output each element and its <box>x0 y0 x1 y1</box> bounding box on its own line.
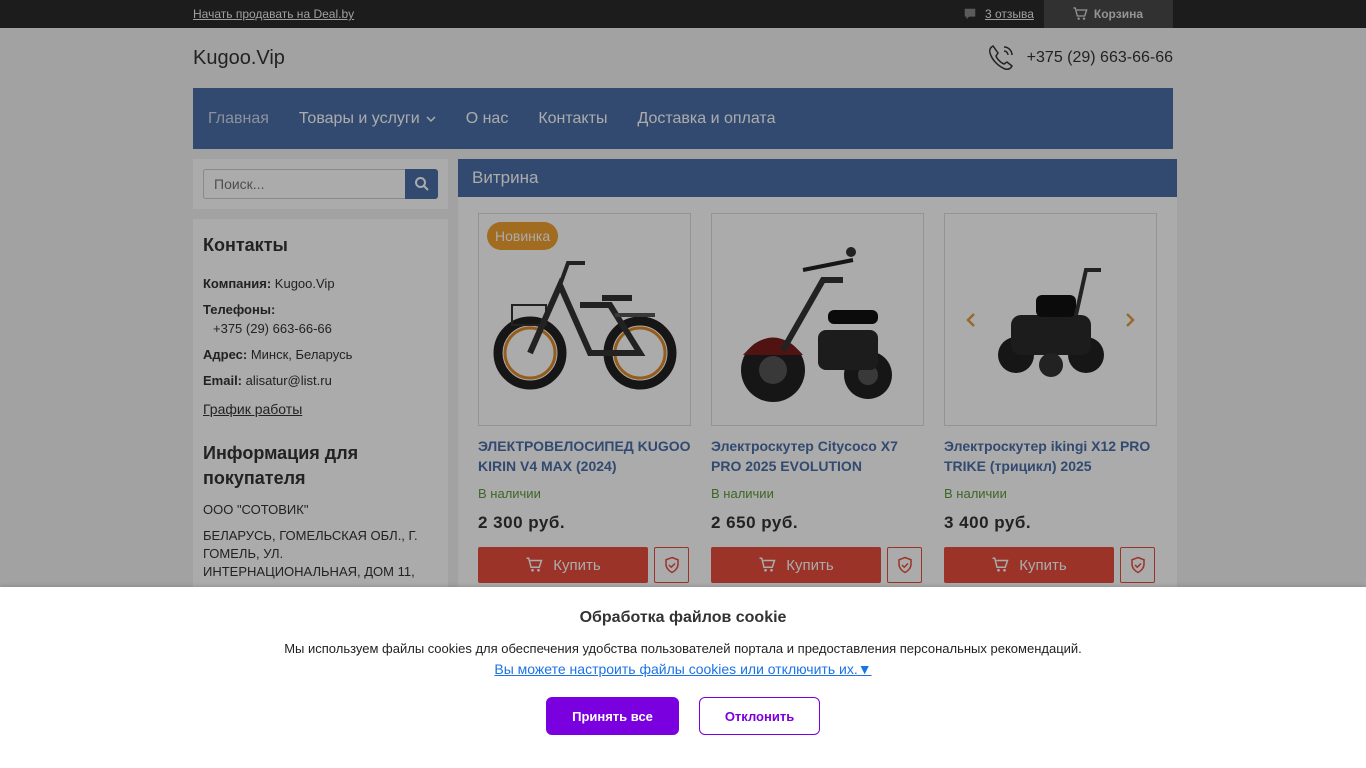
nav-label: Товары и услуги <box>298 109 420 127</box>
product-image[interactable] <box>711 213 924 426</box>
reviews-block: 3 отзыва <box>963 7 1034 21</box>
product-title[interactable]: Электроскутер ikingi X12 PRO TRIKE (триц… <box>944 436 1157 476</box>
contacts-title: Контакты <box>203 235 288 255</box>
buy-label: Купить <box>1019 556 1067 574</box>
cookie-banner: Обработка файлов cookie Мы используем фа… <box>0 587 1366 768</box>
product-card: Электроскутер Citycoco X7 PRO 2025 EVOLU… <box>711 213 924 583</box>
product-price: 3 400 руб. <box>944 513 1032 532</box>
nav-item-contacts[interactable]: Контакты <box>538 110 607 128</box>
arrow-left-icon[interactable] <box>963 312 979 328</box>
site-header: Kugoo.Vip +375 (29) 663-66-66 <box>193 28 1173 88</box>
product-title[interactable]: ЭЛЕКТРОВЕЛОСИПЕД KUGOO KIRIN V4 MAX (202… <box>478 436 691 476</box>
product-card: Электроскутер ikingi X12 PRO TRIKE (триц… <box>944 213 1157 583</box>
buyer-info-title: Информация для покупателя <box>203 443 359 488</box>
accept-all-button[interactable]: Принять все <box>546 697 679 735</box>
scooter-image <box>740 246 892 402</box>
cookie-settings-link[interactable]: Вы можете настроить файлы cookies или от… <box>494 661 871 677</box>
nav-item-products[interactable]: Товары и услуги <box>299 110 436 128</box>
schedule-link[interactable]: График работы <box>203 401 438 417</box>
nav-label: Главная <box>208 109 269 127</box>
start-selling-link[interactable]: Начать продавать на Deal.by <box>193 7 354 21</box>
company-row: Компания: Kugoo.Vip <box>203 276 438 292</box>
cart-icon <box>992 557 1009 572</box>
chat-icon <box>964 8 976 20</box>
buy-button[interactable]: Купить <box>944 547 1114 583</box>
product-grid: Новинка ЭЛЕКТРОВЕЛОСИПЕД KUGOO KIRIN V4 … <box>458 197 1177 597</box>
nav-item-about[interactable]: О нас <box>466 110 509 128</box>
new-badge: Новинка <box>487 222 559 250</box>
cart-icon <box>1073 7 1088 20</box>
address-value: Минск, Беларусь <box>250 347 353 362</box>
main-content: Витрина Новинка ЭЛЕКТРОВЕЛОСИПЕД KUGOO K… <box>458 159 1177 603</box>
search-box <box>193 159 448 209</box>
product-title[interactable]: Электроскутер Citycoco X7 PRO 2025 EVOLU… <box>711 436 924 476</box>
header-phone[interactable]: +375 (29) 663-66-66 <box>985 42 1173 74</box>
nav-label: Контакты <box>538 109 608 127</box>
main-nav: Главная Товары и услуги О нас Контакты Д… <box>193 88 1173 149</box>
site-logo[interactable]: Kugoo.Vip <box>193 47 285 70</box>
protection-button[interactable] <box>654 547 689 583</box>
decline-button[interactable]: Отклонить <box>699 697 820 735</box>
contacts-card: Контакты Компания: Kugoo.Vip Телефоны: +3… <box>193 219 448 603</box>
stock-status: В наличии <box>944 486 1007 501</box>
stock-status: В наличии <box>478 486 541 501</box>
phone-number: +375 (29) 663-66-66 <box>1026 49 1173 66</box>
address-label: Адрес: <box>203 347 248 362</box>
phones-label: Телефоны: <box>203 302 276 317</box>
nav-item-delivery[interactable]: Доставка и оплата <box>637 110 775 128</box>
product-card: Новинка ЭЛЕКТРОВЕЛОСИПЕД KUGOO KIRIN V4 … <box>478 213 691 583</box>
ebike-image <box>493 260 676 389</box>
arrow-right-icon[interactable] <box>1122 312 1138 328</box>
sidebar: Контакты Компания: Kugoo.Vip Телефоны: +3… <box>193 159 448 603</box>
search-icon <box>414 177 429 191</box>
nav-label: Доставка и оплата <box>637 109 776 127</box>
protection-button[interactable] <box>887 547 922 583</box>
reviews-link[interactable]: 3 отзыва <box>985 7 1034 21</box>
email-label: Email: <box>203 373 243 388</box>
phone-icon <box>988 45 1013 70</box>
buy-button[interactable]: Купить <box>711 547 881 583</box>
email-value[interactable]: alisatur@list.ru <box>246 373 332 388</box>
buy-label: Купить <box>786 556 834 574</box>
product-price: 2 300 руб. <box>478 513 566 532</box>
cart-button[interactable]: Корзина <box>1043 0 1173 28</box>
buy-label: Купить <box>553 556 601 574</box>
nav-item-home[interactable]: Главная <box>208 110 269 128</box>
shield-icon <box>1130 556 1145 574</box>
chevron-down-icon <box>426 115 436 122</box>
shield-icon <box>664 556 679 574</box>
cookie-title: Обработка файлов cookie <box>579 609 787 626</box>
email-row: Email: alisatur@list.ru <box>203 373 438 389</box>
trike-image <box>997 267 1104 377</box>
phones-row: Телефоны: +375 (29) 663-66-66 <box>203 302 438 337</box>
cart-icon <box>526 557 543 572</box>
buyer-address: БЕЛАРУСЬ, ГОМЕЛЬСКАЯ ОБЛ., Г. ГОМЕЛЬ, УЛ… <box>203 528 418 579</box>
search-button[interactable] <box>405 169 438 199</box>
buyer-org: ООО "СОТОВИК" <box>203 502 309 517</box>
address-row: Адрес: Минск, Беларусь <box>203 347 438 363</box>
product-image[interactable] <box>944 213 1157 426</box>
phones-value[interactable]: +375 (29) 663-66-66 <box>203 321 438 337</box>
showcase-title: Витрина <box>458 159 1177 197</box>
product-image[interactable]: Новинка <box>478 213 691 426</box>
search-input[interactable] <box>203 169 405 199</box>
company-value: Kugoo.Vip <box>274 276 335 291</box>
buy-button[interactable]: Купить <box>478 547 648 583</box>
nav-label: О нас <box>465 109 509 127</box>
cookie-text: Мы используем файлы cookies для обеспече… <box>284 641 1082 656</box>
shield-icon <box>897 556 912 574</box>
product-price: 2 650 руб. <box>711 513 799 532</box>
cart-icon <box>759 557 776 572</box>
topbar: Начать продавать на Deal.by 3 отзыва Кор… <box>0 0 1366 28</box>
cart-label: Корзина <box>1093 7 1143 21</box>
protection-button[interactable] <box>1120 547 1155 583</box>
company-label: Компания: <box>203 276 272 291</box>
stock-status: В наличии <box>711 486 774 501</box>
